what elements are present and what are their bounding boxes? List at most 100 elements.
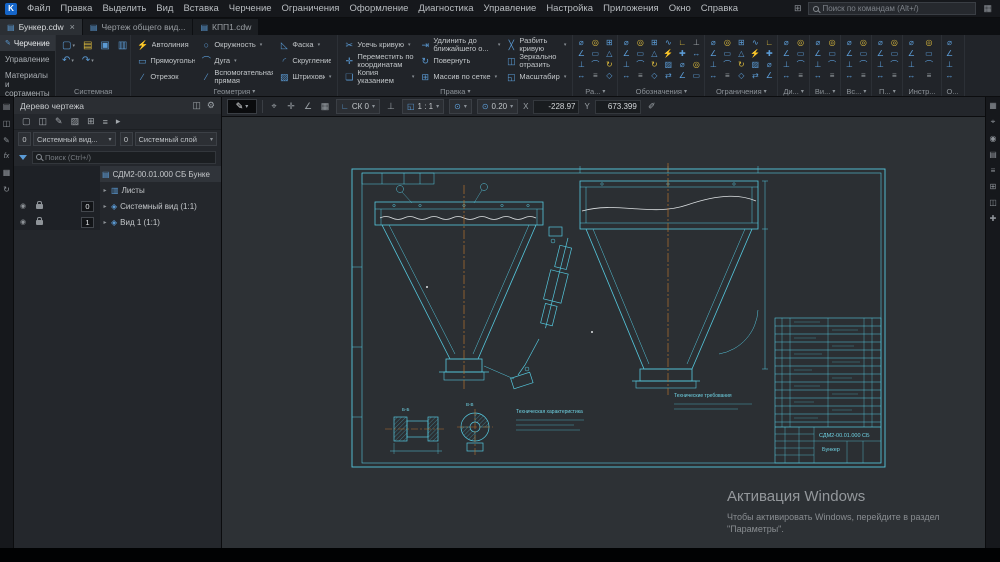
ribbon-mini-icon[interactable]: ⊞ (602, 37, 616, 48)
ribbon-group-label-edit[interactable]: Правка (338, 86, 572, 96)
ribbon-group-label-geometry[interactable]: Геометрия (131, 86, 337, 96)
ribbon-mini-icon[interactable]: ∿ (748, 37, 762, 48)
ribbon-mini-icon[interactable]: ≡ (720, 70, 734, 81)
ribbon-mini-icon[interactable]: △ (734, 48, 748, 59)
tool-circle[interactable]: ○ Окружность (198, 37, 276, 53)
ribbon-mini-icon[interactable]: ⊞ (647, 37, 661, 48)
ribbon-mini-icon[interactable]: △ (647, 48, 661, 59)
ribbon-mini-icon[interactable]: ▭ (588, 48, 602, 59)
ribbon-mini-icon[interactable]: ∠ (574, 48, 588, 59)
menu-applications[interactable]: Приложения (598, 0, 664, 18)
visibility-eye-icon[interactable]: ◉ (20, 218, 26, 226)
ribbon-mini-icon[interactable]: ↔ (619, 70, 633, 81)
ribbon-mini-icon[interactable]: ∠ (873, 48, 887, 59)
ribbon-mini-icon[interactable]: ∠ (779, 48, 793, 59)
ribbon-mini-icon[interactable]: ▭ (887, 48, 901, 59)
ribbon-mini-icon[interactable]: ▨ (748, 59, 762, 70)
menu-select[interactable]: Выделить (97, 0, 151, 18)
ribbon-mini-icon[interactable]: ⌀ (873, 37, 887, 48)
ribbon-mini-icon[interactable]: ≡ (856, 70, 870, 81)
ribbon-mini-icon[interactable]: ∠ (943, 48, 957, 59)
ribbon-mini-icon[interactable]: ⌀ (706, 37, 720, 48)
angle-snap-icon[interactable]: ∠ (302, 101, 314, 112)
ribbon-mini-icon[interactable]: ⊥ (779, 59, 793, 70)
tool-scale[interactable]: ◱Масштабиро... (503, 69, 569, 85)
tool-rectangle[interactable]: ▭Прямоугольник (134, 53, 198, 69)
ribbon-mini-icon[interactable]: ↔ (943, 70, 957, 81)
sheet-icon[interactable]: ▤ (3, 102, 11, 111)
drawing-canvas-area[interactable]: Б-Б В-В Техническая характеристика Техни… (222, 117, 985, 548)
tool-split-curve[interactable]: ╳ Разбить кривую (503, 37, 569, 53)
tree-search-input[interactable] (45, 152, 212, 162)
ribbon-group-label[interactable]: Ви... (810, 86, 840, 96)
menu-insert[interactable]: Вставка (178, 0, 223, 18)
list-icon[interactable]: ≡ (103, 117, 108, 127)
tree-item-document[interactable]: ▤ СДМ2-00.01.000 СБ Бунке (14, 166, 221, 182)
close-tab-icon[interactable]: × (70, 22, 75, 32)
ribbon-mini-icon[interactable]: ⊥ (619, 59, 633, 70)
ribbon-mini-icon[interactable]: ∿ (661, 37, 675, 48)
ribbon-mini-icon[interactable]: ∟ (675, 37, 689, 48)
ribbon-mini-icon[interactable]: ↻ (602, 59, 616, 70)
tool-grid-array[interactable]: ⊞ Массив по сетке (417, 69, 503, 85)
ribbon-mini-icon[interactable]: ⌀ (904, 37, 918, 48)
ribbon-mini-icon[interactable]: ≡ (588, 70, 602, 81)
style-pencil-button[interactable]: ✎ (227, 99, 257, 114)
tool-copy-by-point[interactable]: ❏ Копия указанием (341, 69, 417, 85)
edit-icon[interactable]: ✎ (55, 116, 63, 127)
plus-icon[interactable]: ✚ (990, 214, 997, 223)
ribbon-mini-icon[interactable]: ∠ (762, 70, 776, 81)
save-button[interactable]: ▣ (100, 40, 109, 51)
refresh-icon[interactable]: ↻ (3, 185, 10, 194)
ribbon-mini-icon[interactable]: ⌒ (922, 59, 936, 70)
ribbon-mini-icon[interactable]: △ (602, 48, 616, 59)
menu-edit[interactable]: Правка (55, 0, 97, 18)
ribbon-mini-icon[interactable]: ▭ (825, 48, 839, 59)
ribbon-mini-icon[interactable]: ↔ (689, 48, 703, 59)
app-logo[interactable]: K (0, 0, 22, 18)
ribbon-mini-icon[interactable]: ⇄ (661, 70, 675, 81)
ribbon-mini-icon[interactable]: ◇ (602, 70, 616, 81)
panels-icon[interactable]: ◫ (3, 119, 11, 128)
target-icon[interactable]: ⌖ (991, 117, 996, 127)
ribbon-mini-icon[interactable]: ⌀ (943, 37, 957, 48)
ribbon-mini-icon[interactable]: ⌒ (720, 59, 734, 70)
zoom-tool-dropdown[interactable]: ⊙ (449, 99, 472, 114)
visibility-eye-icon[interactable]: ◉ (20, 202, 26, 210)
ribbon-mini-icon[interactable]: ≡ (633, 70, 647, 81)
ribbon-mini-icon[interactable]: ↔ (811, 70, 825, 81)
ribbon-mini-icon[interactable]: ↻ (734, 59, 748, 70)
ribbon-mini-icon[interactable]: ⌀ (675, 59, 689, 70)
lock-icon[interactable] (36, 216, 44, 225)
filter-funnel-icon[interactable] (19, 154, 27, 160)
ribbon-mini-icon[interactable]: ⊥ (574, 59, 588, 70)
ribbon-mini-icon[interactable]: ∠ (675, 70, 689, 81)
eyedropper-icon[interactable]: ✐ (646, 101, 658, 112)
grid-toggle-icon[interactable]: ▦ (319, 101, 331, 112)
layers-icon[interactable]: ◫ (989, 198, 997, 207)
ribbon-mini-icon[interactable]: ▭ (633, 48, 647, 59)
tool-hatch[interactable]: ▨Штриховка (276, 69, 334, 85)
side-tab-materials[interactable]: Материалы и сортаменты (0, 67, 55, 101)
view-selector[interactable]: Системный вид... (33, 132, 116, 146)
ribbon-mini-icon[interactable]: ⌀ (811, 37, 825, 48)
image-icon[interactable]: ▨ (71, 116, 80, 127)
layers-icon[interactable]: ◫ (39, 116, 48, 127)
window-layout-icon[interactable]: ▦ (983, 3, 992, 14)
list-icon[interactable]: ≡ (991, 166, 996, 175)
ribbon-mini-icon[interactable]: ≡ (794, 70, 808, 81)
ortho-mode-icon[interactable]: ⊥ (385, 101, 397, 112)
command-search[interactable] (808, 2, 977, 15)
ribbon-mini-icon[interactable]: ⊥ (873, 59, 887, 70)
ribbon-mini-icon[interactable]: ∠ (904, 48, 918, 59)
layer-number-spinner[interactable]: 0 (119, 132, 133, 146)
print-button[interactable]: ▥ (118, 40, 127, 51)
apps-grid-icon[interactable]: ⊞ (794, 3, 802, 14)
tab-kpp1[interactable]: ▤ КПП1.cdw (193, 19, 260, 35)
coordinate-system-dropdown[interactable]: ∟ СК 0 (336, 99, 380, 114)
tool-trim-curve[interactable]: ✂ Усечь кривую (341, 37, 417, 53)
menu-management[interactable]: Управление (479, 0, 542, 18)
ribbon-group-label[interactable]: Ра... (573, 86, 617, 96)
ribbon-mini-icon[interactable]: ◎ (588, 37, 602, 48)
expand-arrow-icon[interactable]: ▸ (102, 219, 108, 226)
